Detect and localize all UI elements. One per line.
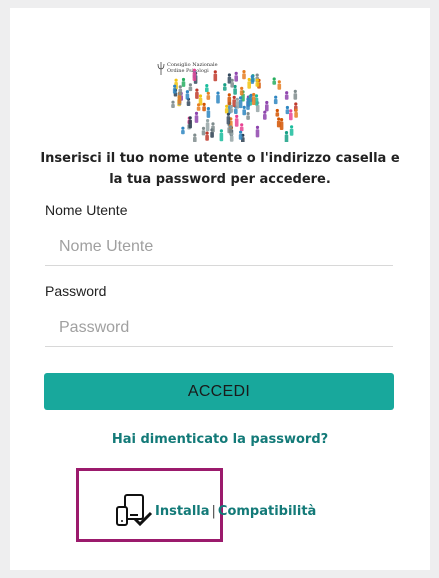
username-label: Nome Utente (45, 202, 128, 218)
password-label: Password (45, 283, 107, 299)
username-input[interactable] (45, 228, 393, 266)
login-instructions: Inserisci il tuo nome utente o l'indiriz… (40, 151, 400, 187)
cnop-logo: Consiglio Nazionale Ordine Psicologi (155, 52, 305, 142)
install-row: Installa | Compatibilità (115, 493, 316, 529)
crowd-illustration (171, 68, 298, 142)
password-input[interactable] (45, 309, 393, 347)
install-link[interactable]: Installa (155, 504, 210, 519)
forgot-password-link[interactable]: Hai dimenticato la password? (10, 432, 430, 447)
login-card: Consiglio Nazionale Ordine Psicologi Ins… (10, 8, 430, 570)
login-button[interactable]: ACCEDI (44, 373, 394, 410)
link-separator: | (211, 503, 216, 519)
devices-check-icon (116, 494, 153, 527)
compatibility-link[interactable]: Compatibilità (218, 504, 316, 519)
